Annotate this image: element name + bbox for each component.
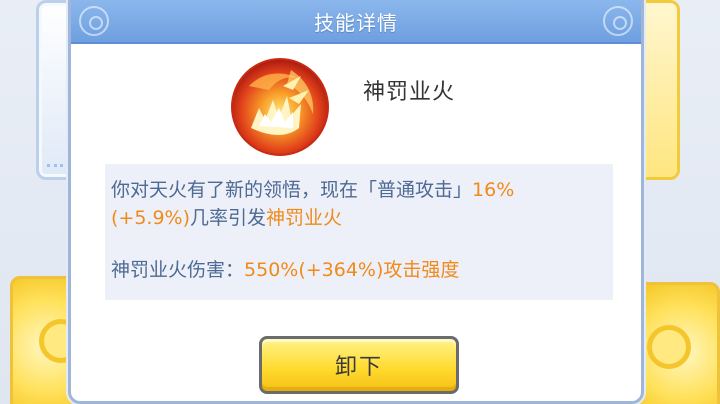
description-line: (+5.9%)几率引发神罚业火 [111,204,607,232]
ornament-icon [603,6,633,36]
damage-label: 神罚业火伤害： [111,259,245,281]
trigger-rate: 16% [472,179,515,201]
ornament-icon [79,6,109,36]
fire-burst-icon [229,56,331,158]
dialog-title: 技能详情 [314,10,398,35]
skill-name-highlight: 神罚业火 [266,207,343,229]
skill-description: 你对天火有了新的领悟，现在「普通攻击」16% (+5.9%)几率引发神罚业火 神… [105,164,613,300]
item-emblem-icon [647,325,691,369]
trigger-rate-bonus: (+5.9%) [111,207,191,229]
damage-value: 550%(+364%) [244,259,384,281]
skill-name: 神罚业火 [363,80,456,105]
damage-line: 神罚业火伤害：550%(+364%)攻击强度 [111,256,607,284]
description-text: 你对天火有了新的领悟，现在「普通攻击」 [111,179,473,201]
damage-suffix: 攻击强度 [383,259,460,281]
skill-detail-dialog: 技能详情 神罚业火 你对天火有了新的领悟，现在「普通攻击」16% (+5.9%)… [68,0,644,404]
dialog-header: 技能详情 [71,0,641,44]
description-text: 几率引发 [190,207,267,229]
description-line: 你对天火有了新的领悟，现在「普通攻击」16% [111,176,607,204]
unequip-button-label: 卸下 [334,355,383,380]
unequip-button[interactable]: 卸下 [259,336,459,394]
